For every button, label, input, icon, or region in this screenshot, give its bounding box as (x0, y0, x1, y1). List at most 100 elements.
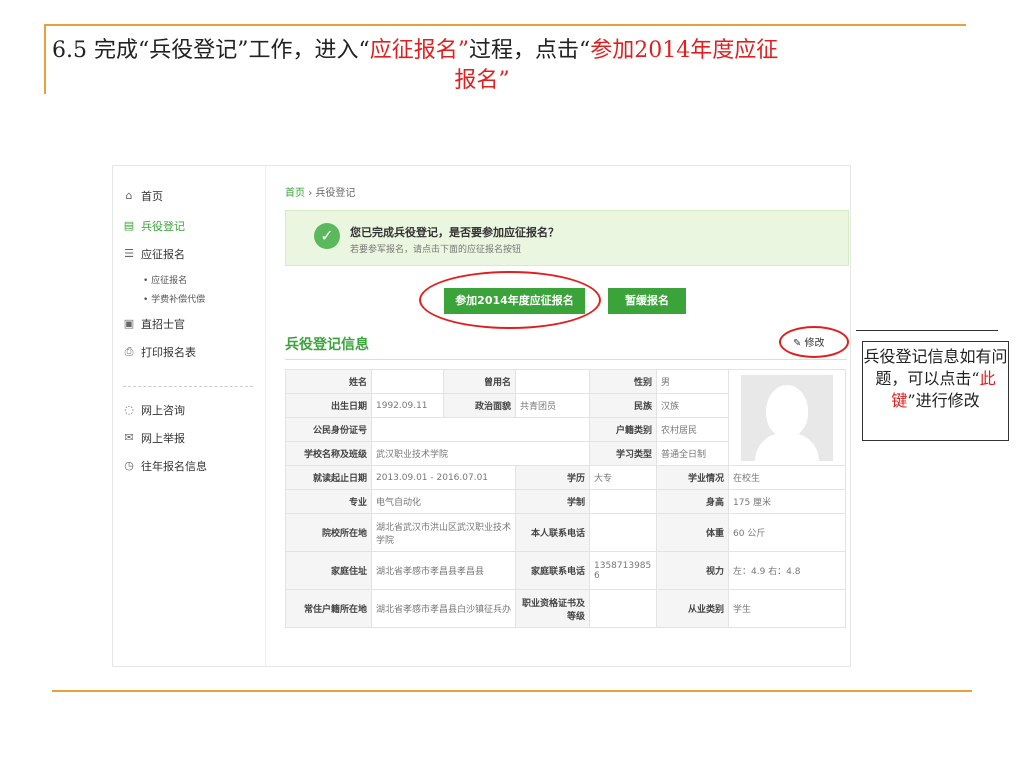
home-icon: ⌂ (125, 189, 133, 202)
school-label: 学校名称及班级 (285, 441, 372, 466)
sidebar-item-registration[interactable]: ▤ 兵役登记 (123, 217, 185, 235)
sidebar-item-label: 网上咨询 (141, 404, 185, 417)
screenshot: ⌂ 首页 ▤ 兵役登记 ☰ 应征报名 • 应征报名 • 学费补偿代偿 ▣ 直招士官 ⎙ 打… (112, 165, 851, 667)
title-part-3: 过程，点击“ (468, 38, 591, 63)
school-address-value: 湖北省武汉市洪山区武汉职业技术学院 (371, 513, 516, 552)
sidebar-item-print[interactable]: ⎙ 打印报名表 (123, 343, 196, 361)
ethnic-label: 民族 (589, 393, 657, 418)
notice-banner: ✓ 您已完成兵役登记，是否要参加应征报名？ 若要参军报名，请点击下面的应征报名按… (285, 210, 849, 266)
table-row: 院校所在地 湖北省武汉市洪山区武汉职业技术学院 本人联系电话 体重 60 公斤 (285, 513, 846, 552)
home-address-label: 家庭住址 (285, 551, 372, 590)
sidebar-subitem-enlist[interactable]: • 应征报名 (143, 273, 187, 286)
study-type-value: 普通全日制 (656, 441, 729, 466)
former-name-value (515, 369, 590, 394)
home-phone-label: 家庭联系电话 (515, 551, 590, 590)
former-name-label: 曾用名 (443, 369, 516, 394)
breadcrumb-current: 兵役登记 (315, 188, 356, 199)
table-row: 就读起止日期 2013.09.01 - 2016.07.01 学历 大专 学业情… (285, 465, 846, 490)
highlight-ellipse-edit (779, 326, 849, 358)
title-line-2: 报名” (454, 68, 510, 93)
home-address-value: 湖北省孝感市孝昌县孝昌县 (371, 551, 516, 590)
sidebar-item-label: 应征报名 (141, 248, 185, 261)
sidebar-item-history[interactable]: ◷ 往年报名信息 (123, 457, 207, 475)
certificate-value (589, 589, 657, 628)
breadcrumb-separator: › (308, 188, 313, 199)
section-divider (285, 359, 847, 360)
sidebar-item-label: 兵役登记 (141, 220, 185, 233)
top-rule (44, 24, 966, 26)
name-value (371, 369, 444, 394)
major-label: 专业 (285, 489, 372, 514)
sidebar-item-label: 往年报名信息 (141, 460, 207, 473)
defer-enlistment-button[interactable]: 暂缓报名 (608, 288, 686, 314)
title-part-4: 参加2014年度应征 (590, 38, 779, 63)
education-value: 大专 (589, 465, 657, 490)
section-title: 兵役登记信息 (285, 337, 369, 353)
study-status-label: 学业情况 (656, 465, 729, 490)
left-rule (44, 24, 46, 94)
vision-value: 左：4.9 右：4.8 (728, 551, 846, 590)
sidebar-item-home[interactable]: ⌂ 首页 (123, 187, 164, 205)
printer-icon: ⎙ (124, 345, 134, 358)
history-icon: ◷ (124, 459, 134, 472)
sidebar-item-sergeant[interactable]: ▣ 直招士官 (123, 315, 185, 333)
period-value: 2013.09.01 - 2016.07.01 (371, 465, 516, 490)
chat-icon: ◌ (124, 403, 134, 416)
sidebar-divider (123, 386, 253, 387)
political-label: 政治面貌 (443, 393, 516, 418)
sidebar-subitem-tuition[interactable]: • 学费补偿代偿 (143, 292, 205, 305)
gender-label: 性别 (589, 369, 657, 394)
form-icon: ☰ (124, 247, 134, 260)
sidebar-item-enlist[interactable]: ☰ 应征报名 (123, 245, 185, 263)
residence-value: 湖北省孝感市孝昌县白沙镇征兵办 (371, 589, 516, 628)
weight-value: 60 公斤 (728, 513, 846, 552)
study-status-value: 在校生 (728, 465, 846, 490)
title-part-2: 应征报名” (369, 38, 469, 63)
phone-label: 本人联系电话 (515, 513, 590, 552)
slide-title: 6.5 完成“兵役登记”工作，进入“应征报名”过程，点击“参加2014年度应征 … (52, 36, 952, 96)
occupation-value: 学生 (728, 589, 846, 628)
height-label: 身高 (656, 489, 729, 514)
bottom-rule (52, 690, 972, 692)
phone-value (589, 513, 657, 552)
residence-label: 常住户籍所在地 (285, 589, 372, 628)
period-label: 就读起止日期 (285, 465, 372, 490)
sidebar-item-label: 网上举报 (141, 432, 185, 445)
breadcrumb: 首页 › 兵役登记 (285, 184, 355, 199)
title-part-1: 6.5 完成“兵役登记”工作，进入“ (52, 38, 370, 63)
vision-label: 视力 (656, 551, 729, 590)
table-row: 家庭住址 湖北省孝感市孝昌县孝昌县 家庭联系电话 13587139856 视力 … (285, 551, 846, 590)
length-label: 学制 (515, 489, 590, 514)
id-card-icon: ▣ (123, 317, 135, 330)
notice-subtitle: 若要参军报名，请点击下面的应征报名按钮 (350, 245, 522, 255)
sidebar-item-label: 打印报名表 (141, 346, 196, 359)
callout-connector (856, 330, 998, 331)
table-row: 专业 电气自动化 学制 身高 175 厘米 (285, 489, 846, 514)
table-row: 姓名 曾用名 性别 男 (285, 369, 846, 466)
sidebar-item-report[interactable]: ✉ 网上举报 (123, 429, 185, 447)
name-label: 姓名 (285, 369, 372, 394)
major-value: 电气自动化 (371, 489, 516, 514)
height-value: 175 厘米 (728, 489, 846, 514)
ethnic-value: 汉族 (656, 393, 729, 418)
highlight-ellipse-join (419, 271, 601, 329)
certificate-label: 职业资格证书及等级 (515, 589, 590, 628)
occupation-label: 从业类别 (656, 589, 729, 628)
birth-value: 1992.09.11 (371, 393, 444, 418)
education-label: 学历 (515, 465, 590, 490)
home-phone-value: 13587139856 (589, 551, 657, 590)
weight-label: 体重 (656, 513, 729, 552)
school-value: 武汉职业技术学院 (371, 441, 590, 466)
political-value: 共青团员 (515, 393, 590, 418)
breadcrumb-home[interactable]: 首页 (285, 188, 305, 199)
id-number-label: 公民身份证号 (285, 417, 372, 442)
birth-label: 出生日期 (285, 393, 372, 418)
school-address-label: 院校所在地 (285, 513, 372, 552)
sidebar-item-consult[interactable]: ◌ 网上咨询 (123, 401, 185, 419)
callout-text-3: ”进行修改 (907, 391, 980, 410)
study-type-label: 学习类型 (589, 441, 657, 466)
callout-box: 兵役登记信息如有问题，可以点击“此键”进行修改 (862, 341, 1009, 441)
sidebar: ⌂ 首页 ▤ 兵役登记 ☰ 应征报名 • 应征报名 • 学费补偿代偿 ▣ 直招士官 ⎙ 打… (113, 166, 266, 666)
length-value (589, 489, 657, 514)
clipboard-icon: ▤ (123, 219, 135, 232)
